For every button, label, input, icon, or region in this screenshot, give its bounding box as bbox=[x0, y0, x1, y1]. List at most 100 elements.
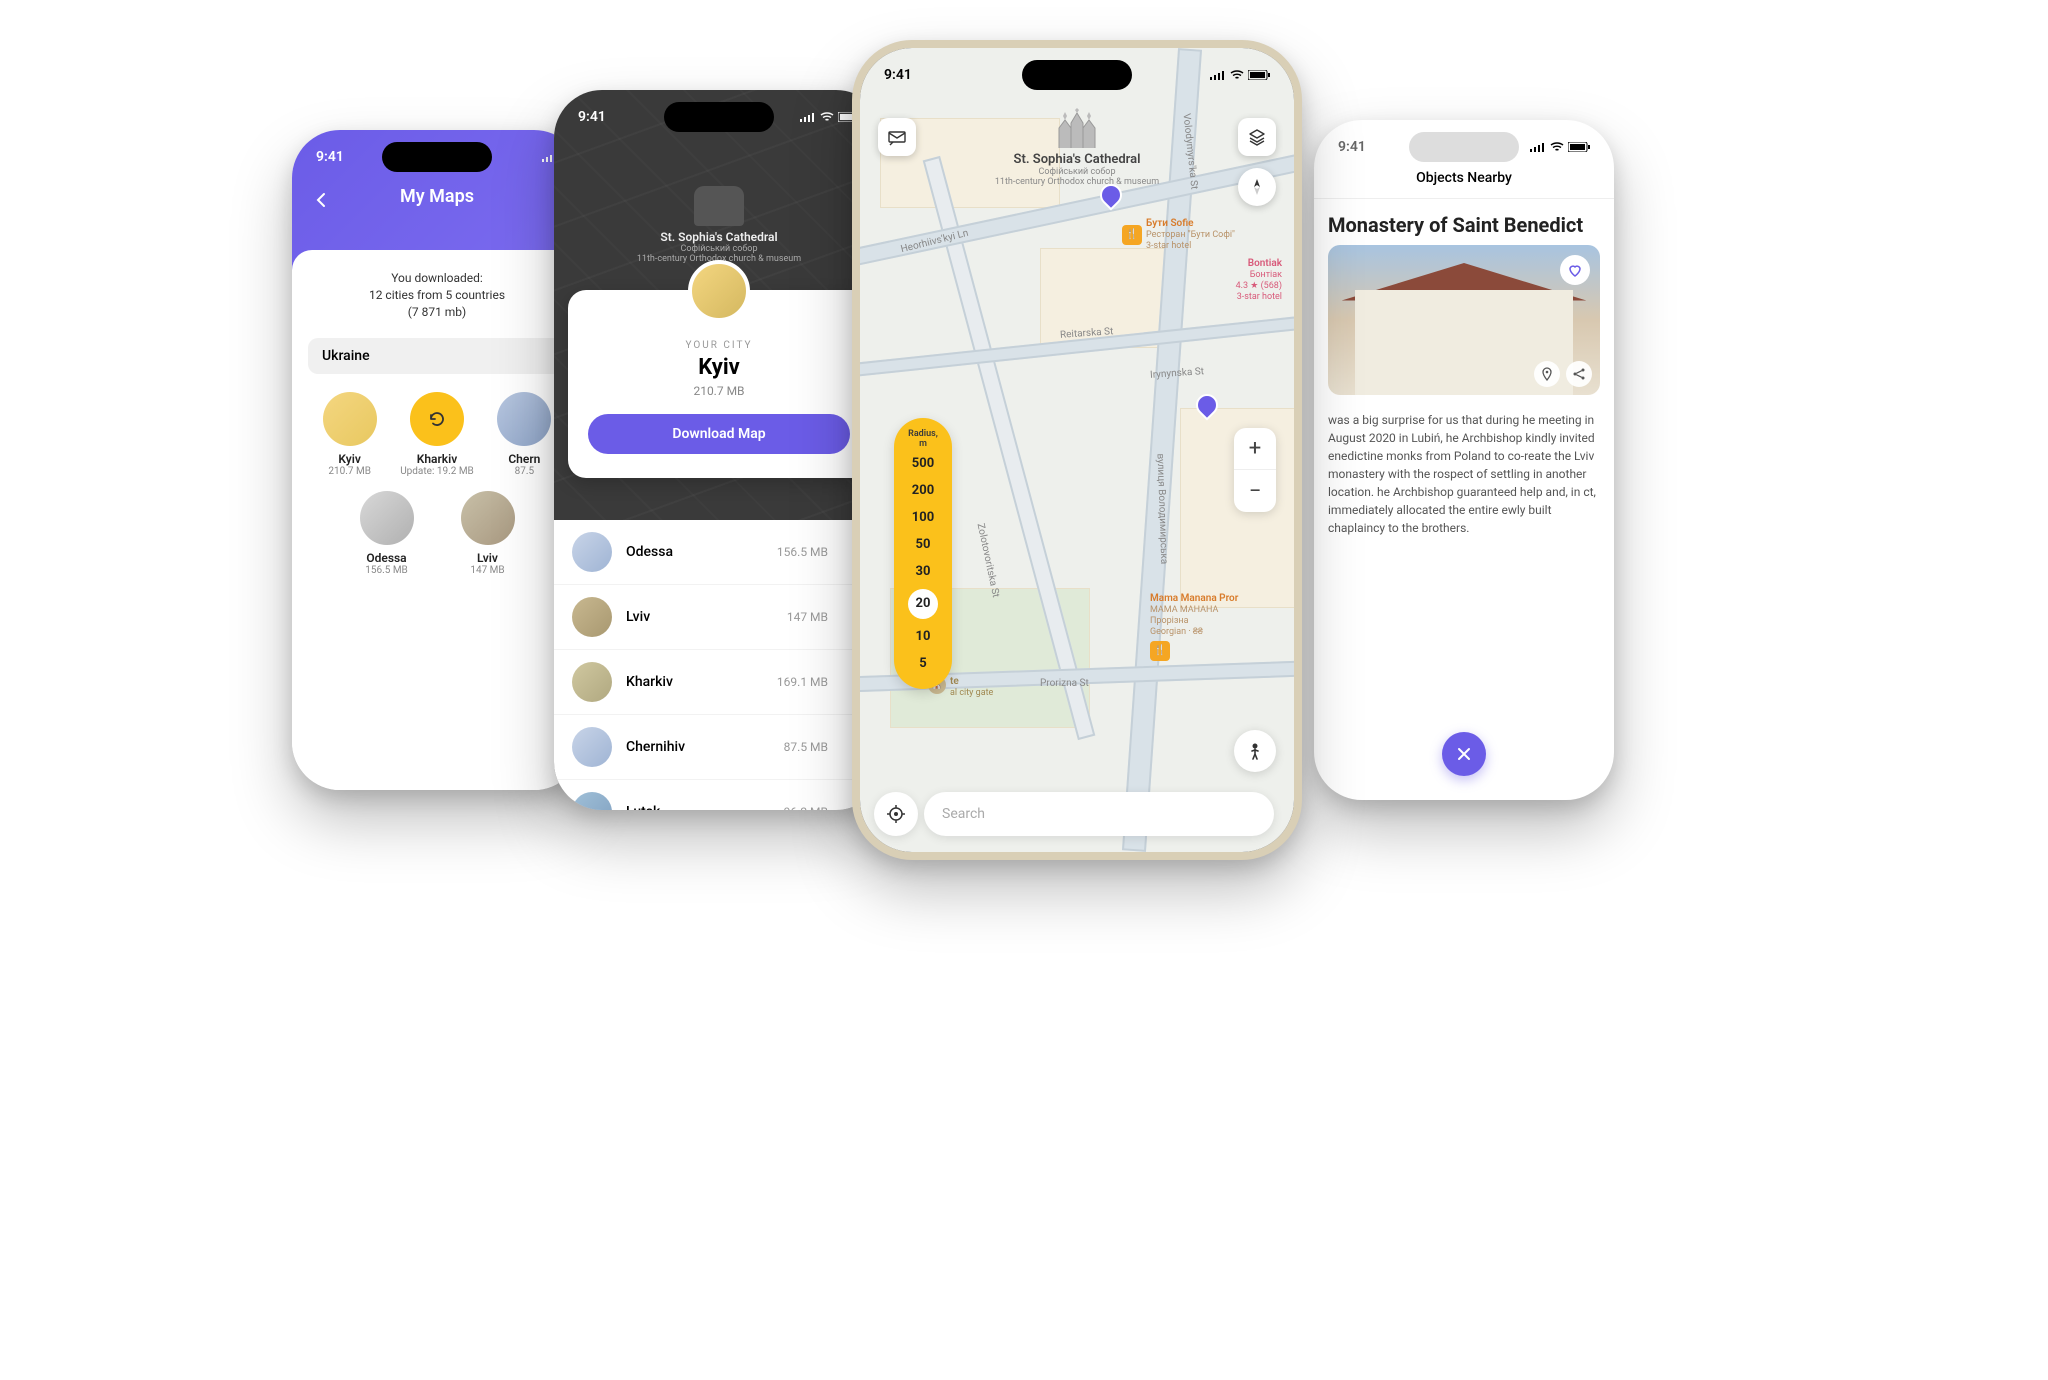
crosshair-icon bbox=[885, 803, 907, 825]
phone-objects-nearby: 9:41 Objects Nearby Monastery of Saint B… bbox=[1314, 120, 1614, 800]
poi-marker[interactable] bbox=[1100, 184, 1124, 212]
city-thumb bbox=[572, 727, 612, 767]
list-item[interactable]: Odessa 156.5 MB bbox=[554, 520, 884, 585]
radius-option[interactable]: 5 bbox=[894, 650, 952, 677]
restaurant-icon: 🍴 bbox=[1150, 641, 1170, 661]
city-item-kyiv[interactable]: Kyiv 210.7 MB bbox=[308, 392, 391, 477]
map-size: 210.7 MB bbox=[588, 384, 850, 398]
city-name: Odessa bbox=[366, 551, 406, 565]
battery-icon bbox=[1568, 142, 1590, 152]
city-size: 87.5 bbox=[515, 466, 535, 477]
list-item[interactable]: Lutsk 96.2 MB bbox=[554, 780, 884, 810]
location-button[interactable] bbox=[1534, 361, 1560, 387]
city-size: 156.5 MB bbox=[365, 565, 408, 576]
biz-cuisine: Georgian · ₴₴ bbox=[1150, 627, 1238, 638]
city-thumb bbox=[572, 597, 612, 637]
object-description: was a big surprise for us that during he… bbox=[1314, 395, 1614, 553]
share-button[interactable] bbox=[1566, 361, 1592, 387]
restaurant-icon: 🍴 bbox=[1122, 225, 1142, 245]
city-size: 169.1 MB bbox=[777, 675, 828, 689]
messages-button[interactable] bbox=[878, 118, 916, 156]
map-poi: St. Sophia's Cathedral Софійський собор … bbox=[619, 186, 819, 264]
notch bbox=[1022, 60, 1132, 90]
city-size: 147 MB bbox=[470, 565, 504, 576]
city-size: 96.2 MB bbox=[784, 805, 828, 810]
object-title: Monastery of Saint Benedict bbox=[1314, 199, 1614, 245]
city-thumb bbox=[572, 532, 612, 572]
city-item-lviv[interactable]: Lviv 147 MB bbox=[439, 491, 536, 576]
city-item-kharkiv[interactable]: Kharkiv Update: 19.2 MB bbox=[395, 392, 478, 477]
phone-my-maps: 9:41 My Maps You downloaded: 12 cities f… bbox=[292, 130, 582, 790]
radius-option[interactable]: 50 bbox=[894, 531, 952, 558]
radius-selector[interactable]: Radius,m 500 200 100 50 30 20 10 5 bbox=[894, 418, 952, 689]
city-name: Kharkiv bbox=[417, 452, 458, 466]
envelope-icon bbox=[887, 127, 907, 147]
biz-mama[interactable]: Mama Manana Pror МАМА МАНАНА Прорізна Ge… bbox=[1150, 593, 1238, 661]
city-name: Chernihiv bbox=[626, 739, 770, 755]
biz-name: Бути Sofie bbox=[1146, 218, 1235, 230]
page-title: My Maps bbox=[292, 186, 582, 207]
status-indicators bbox=[1210, 70, 1270, 80]
download-map-button[interactable]: Download Map bbox=[588, 414, 850, 454]
biz-sub: Прорізна bbox=[1150, 616, 1238, 627]
status-time: 9:41 bbox=[578, 109, 606, 125]
streetview-button[interactable] bbox=[1234, 730, 1276, 772]
radius-option[interactable]: 200 bbox=[894, 477, 952, 504]
status-time: 9:41 bbox=[884, 67, 912, 83]
close-button[interactable] bbox=[1442, 732, 1486, 776]
back-button[interactable] bbox=[310, 188, 334, 212]
biz-sofie[interactable]: 🍴 Бути Sofie Ресторан "Бути Софі" 3-star… bbox=[1122, 218, 1235, 252]
radius-option[interactable]: 10 bbox=[894, 623, 952, 650]
city-name: Kyiv bbox=[338, 452, 360, 466]
favorite-button[interactable] bbox=[1560, 255, 1590, 285]
country-header[interactable]: Ukraine bbox=[308, 338, 566, 374]
radius-option[interactable]: 100 bbox=[894, 504, 952, 531]
radius-option-selected[interactable]: 20 bbox=[908, 589, 938, 619]
wifi-icon bbox=[1230, 70, 1244, 80]
city-size: 87.5 MB bbox=[784, 740, 828, 754]
summary-line: You downloaded: bbox=[308, 270, 566, 287]
city-grid: Kyiv 210.7 MB Kharkiv Update: 19.2 MB Ch… bbox=[308, 392, 566, 477]
biz-sub: МАМА МАНАНА bbox=[1150, 605, 1238, 616]
signal-icon bbox=[1210, 70, 1226, 80]
radius-option[interactable]: 500 bbox=[894, 450, 952, 477]
zoom-out-button[interactable]: − bbox=[1234, 470, 1276, 512]
city-name: Lviv bbox=[626, 609, 773, 625]
your-city-label: YOUR CITY bbox=[588, 340, 850, 351]
map-poi-label[interactable]: St. Sophia's Cathedral Софійський собор … bbox=[967, 108, 1187, 187]
phone-map-main: Heorhiivs'kyi Ln Reitarska St Irynynska … bbox=[852, 40, 1302, 860]
list-item[interactable]: Kharkiv 169.1 MB bbox=[554, 650, 884, 715]
city-thumb bbox=[497, 392, 551, 446]
search-bar[interactable]: Search bbox=[924, 792, 1274, 836]
city-name: Chern bbox=[508, 452, 540, 466]
biz-sub: Ресторан "Бути Софі" bbox=[1146, 230, 1235, 241]
city-thumb bbox=[461, 491, 515, 545]
zoom-controls: + − bbox=[1234, 428, 1276, 512]
biz-bontiak[interactable]: Bontiak Бонтіак 4.3 ★ (568) 3-star hotel bbox=[1236, 258, 1282, 302]
city-list: Odessa 156.5 MB Lviv 147 MB Kharkiv 169.… bbox=[554, 520, 884, 810]
biz-name: te bbox=[950, 676, 993, 688]
biz-name: Mama Manana Pror bbox=[1150, 593, 1238, 605]
biz-rating: 4.3 ★ (568) bbox=[1236, 281, 1282, 292]
city-item-odessa[interactable]: Odessa 156.5 MB bbox=[338, 491, 435, 576]
photo-actions bbox=[1534, 361, 1592, 387]
layers-icon bbox=[1247, 127, 1267, 147]
refresh-icon bbox=[427, 409, 447, 429]
city-thumb bbox=[572, 662, 612, 702]
status-time: 9:41 bbox=[316, 149, 344, 165]
poi-marker[interactable] bbox=[1196, 394, 1220, 422]
object-photo[interactable] bbox=[1328, 245, 1600, 395]
locate-button[interactable] bbox=[874, 792, 918, 836]
city-name: Kyiv bbox=[588, 355, 850, 380]
list-item[interactable]: Chernihiv 87.5 MB bbox=[554, 715, 884, 780]
zoom-in-button[interactable]: + bbox=[1234, 428, 1276, 470]
compass-button[interactable] bbox=[1238, 168, 1276, 206]
radius-option[interactable]: 30 bbox=[894, 558, 952, 585]
city-name: Odessa bbox=[626, 544, 763, 560]
poi-subtitle: Софійський собор bbox=[967, 167, 1187, 177]
layers-button[interactable] bbox=[1238, 118, 1276, 156]
street-label: Prorizna St bbox=[1040, 678, 1089, 689]
list-item[interactable]: Lviv 147 MB bbox=[554, 585, 884, 650]
signal-icon bbox=[1530, 142, 1546, 152]
arrow-left-icon bbox=[312, 190, 332, 210]
